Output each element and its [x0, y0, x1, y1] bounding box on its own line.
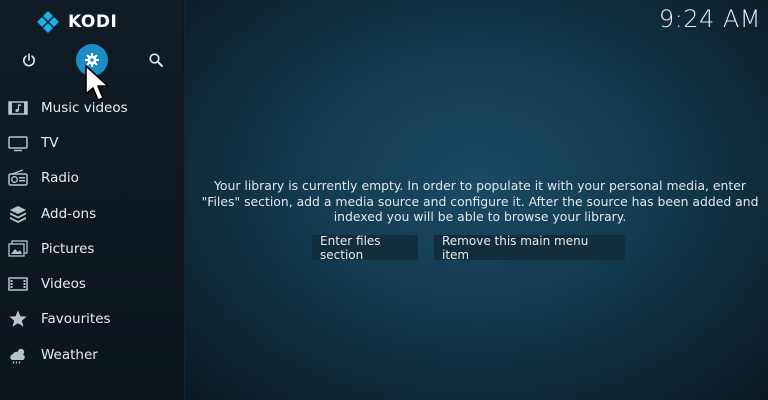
remove-menu-item-button[interactable]: Remove this main menu item: [434, 234, 625, 262]
power-button[interactable]: [14, 45, 44, 75]
power-icon: [23, 53, 35, 67]
menu-item-label: Music videos: [41, 99, 128, 116]
menu-item-label: Radio: [41, 170, 79, 187]
addons-icon: [7, 205, 29, 223]
action-buttons: Enter files section Remove this main men…: [312, 234, 625, 262]
clock: 9:24 AM: [658, 5, 761, 33]
radio-icon: [7, 169, 29, 187]
enter-files-section-button[interactable]: Enter files section: [312, 234, 418, 262]
menu-item-label: Add-ons: [41, 205, 97, 222]
empty-library-message: Your library is currently empty. In orde…: [201, 178, 759, 225]
search-icon: [149, 53, 163, 67]
menu-item-radio[interactable]: Radio: [0, 161, 183, 196]
menu-item-videos[interactable]: Videos: [0, 266, 183, 301]
menu-item-label: Pictures: [41, 240, 95, 257]
tv-icon: [7, 134, 29, 152]
menu-item-tv[interactable]: TV: [0, 125, 183, 160]
menu-item-label: Videos: [41, 276, 86, 293]
menu-item-weather[interactable]: Weather: [0, 337, 183, 372]
weather-icon: [7, 346, 29, 364]
menu-item-label: Weather: [41, 346, 98, 363]
menu-item-music-videos[interactable]: Music videos: [0, 90, 183, 125]
app-name: KODI: [68, 12, 118, 32]
kodi-logo-icon: [37, 11, 59, 33]
star-icon: [7, 310, 29, 328]
pictures-icon: [7, 240, 29, 258]
kodi-logo: KODI: [36, 10, 117, 34]
menu-item-pictures[interactable]: Pictures: [0, 231, 183, 266]
menu-item-favourites[interactable]: Favourites: [0, 302, 183, 337]
search-button[interactable]: [141, 45, 171, 75]
music-video-icon: [7, 99, 29, 117]
sidebar-divider: [183, 0, 185, 400]
menu-item-add-ons[interactable]: Add-ons: [0, 196, 183, 231]
menu-item-label: Favourites: [41, 311, 111, 328]
menu-item-label: TV: [41, 134, 59, 151]
main-menu: Music videos TV Radio Add-ons Pictures V…: [0, 90, 183, 372]
videos-icon: [7, 275, 29, 293]
